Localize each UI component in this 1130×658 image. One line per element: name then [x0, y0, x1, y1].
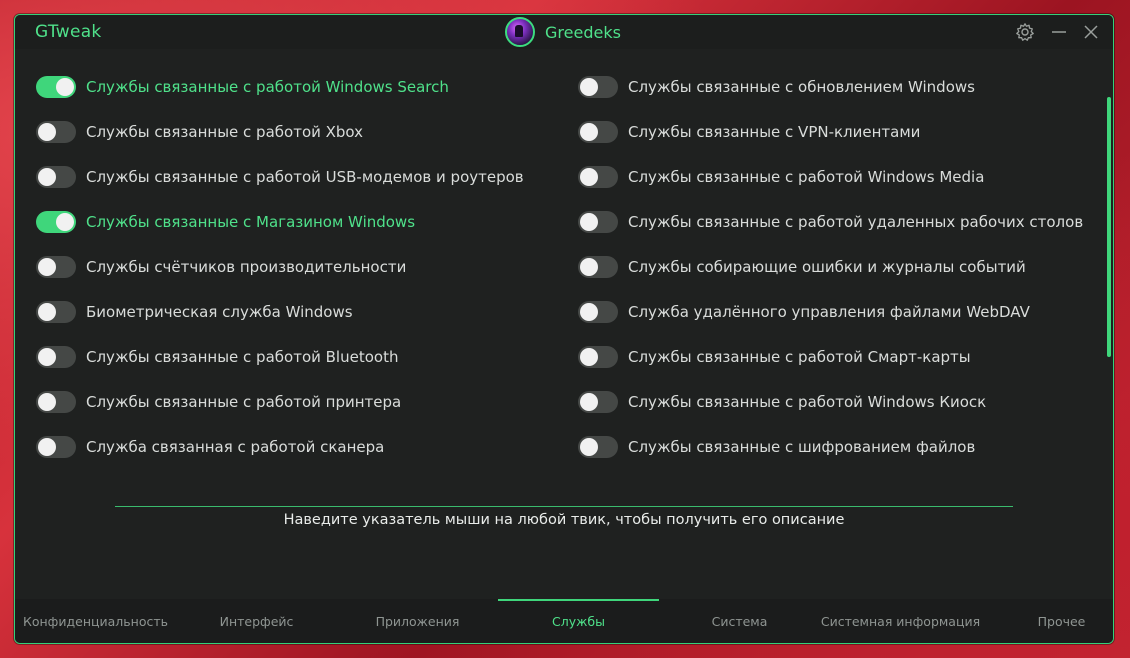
gear-icon[interactable]	[1015, 22, 1035, 42]
toggle-knob	[580, 258, 598, 276]
service-toggle-row[interactable]: Службы собирающие ошибки и журналы событ…	[578, 255, 1026, 279]
service-toggle-row[interactable]: Службы связанные с работой Смарт-карты	[578, 345, 971, 369]
tab-2[interactable]: Интерфейс	[176, 599, 337, 643]
close-icon[interactable]	[1081, 22, 1101, 42]
toggle-switch[interactable]	[36, 121, 76, 143]
toggle-knob	[56, 78, 74, 96]
service-label: Службы связанные с работой Windows Searc…	[86, 78, 449, 96]
toggle-knob	[38, 438, 56, 456]
service-toggle-row[interactable]: Службы счётчиков производительности	[36, 255, 406, 279]
service-toggle-row[interactable]: Службы связанные с работой Windows Media	[578, 165, 984, 189]
service-label: Службы связанные с работой принтера	[86, 393, 402, 411]
toggle-switch[interactable]	[36, 436, 76, 458]
scrollbar[interactable]	[1107, 97, 1111, 357]
toggle-switch[interactable]	[36, 211, 76, 233]
tab-3[interactable]: Приложения	[337, 599, 498, 643]
toggle-switch[interactable]	[36, 346, 76, 368]
service-toggle-row[interactable]: Службы связанные с обновлением Windows	[578, 75, 975, 99]
service-label: Службы связанные с VPN-клиентами	[628, 123, 921, 141]
toggle-switch[interactable]	[578, 301, 618, 323]
service-label: Службы связанные с работой удаленных раб…	[628, 213, 1084, 231]
service-label: Службы связанные с работой USB-модемов и…	[86, 168, 524, 186]
toggle-knob	[580, 78, 598, 96]
toggle-knob	[580, 348, 598, 366]
toggle-switch[interactable]	[578, 166, 618, 188]
toggle-switch[interactable]	[578, 121, 618, 143]
service-toggle-row[interactable]: Службы связанные с шифрованием файлов	[578, 435, 975, 459]
toggle-knob	[580, 438, 598, 456]
toggle-switch[interactable]	[578, 76, 618, 98]
bottom-nav: Конфиденциальность Интерфейс Приложения Слу…	[15, 599, 1113, 643]
title-bar[interactable]: GTweak Greedeks	[15, 15, 1113, 49]
service-label: Служба удалённого управления файлами Web…	[628, 303, 1030, 321]
app-window: GTweak Greedeks Службы связанные с работ…	[14, 14, 1114, 644]
toggle-knob	[580, 168, 598, 186]
toggle-knob	[38, 348, 56, 366]
toggle-switch[interactable]	[578, 256, 618, 278]
toggle-knob	[38, 393, 56, 411]
user-profile[interactable]: Greedeks	[505, 17, 621, 47]
service-toggle-row[interactable]: Службы связанные с работой USB-модемов и…	[36, 165, 524, 189]
tab-5[interactable]: Система	[659, 599, 820, 643]
minimize-icon[interactable]	[1049, 22, 1069, 42]
service-toggle-row[interactable]: Служба удалённого управления файлами Web…	[578, 300, 1030, 324]
tab-1[interactable]: Конфиденциальность	[15, 599, 176, 643]
toggle-knob	[38, 168, 56, 186]
service-label: Службы связанные с обновлением Windows	[628, 78, 975, 96]
toggle-knob	[38, 258, 56, 276]
toggle-knob	[580, 123, 598, 141]
service-toggle-row[interactable]: Службы связанные с работой Windows Searc…	[36, 75, 449, 99]
toggle-switch[interactable]	[36, 256, 76, 278]
service-label: Службы связанные с работой Bluetooth	[86, 348, 399, 366]
toggle-knob	[38, 303, 56, 321]
service-label: Службы связанные с работой Windows Media	[628, 168, 985, 186]
service-toggle-row[interactable]: Службы связанные с работой Xbox	[36, 120, 363, 144]
toggle-switch[interactable]	[578, 436, 618, 458]
service-toggle-row[interactable]: Служба связанная с работой сканера	[36, 435, 384, 459]
service-toggle-row[interactable]: Службы связанные с работой Windows Киоск	[578, 390, 986, 414]
avatar[interactable]	[505, 17, 535, 47]
toggle-switch[interactable]	[36, 76, 76, 98]
toggle-switch[interactable]	[36, 391, 76, 413]
service-toggle-row[interactable]: Службы связанные с работой принтера	[36, 390, 401, 414]
app-title: GTweak	[35, 22, 102, 42]
service-toggle-row[interactable]: Службы связанные с работой Bluetooth	[36, 345, 398, 369]
toggle-knob	[580, 303, 598, 321]
service-label: Служба связанная с работой сканера	[86, 438, 385, 456]
service-toggle-row[interactable]: Службы связанные с работой удаленных раб…	[578, 210, 1083, 234]
toggle-knob	[580, 393, 598, 411]
toggle-knob	[38, 123, 56, 141]
description-hint: Наведите указатель мыши на любой твик, ч…	[283, 512, 845, 528]
service-label: Службы связанные с Магазином Windows	[86, 213, 416, 231]
service-toggle-row[interactable]: Биометрическая служба Windows	[36, 300, 353, 324]
service-label: Службы связанные с работой Смарт-карты	[628, 348, 971, 366]
tab-4[interactable]: Службы	[498, 599, 659, 643]
divider	[115, 506, 1013, 507]
service-label: Службы счётчиков производительности	[86, 258, 407, 276]
toggle-switch[interactable]	[578, 391, 618, 413]
tab-6[interactable]: Системная информация	[820, 599, 981, 643]
service-label: Службы связанные с шифрованием файлов	[628, 438, 976, 456]
toggle-switch[interactable]	[36, 166, 76, 188]
tab-7[interactable]: Прочее	[981, 599, 1113, 643]
toggle-knob	[580, 213, 598, 231]
service-label: Службы связанные с работой Windows Киоск	[628, 393, 987, 411]
toggle-switch[interactable]	[578, 211, 618, 233]
user-name: Greedeks	[545, 22, 621, 42]
service-toggle-row[interactable]: Службы связанные с Магазином Windows	[36, 210, 415, 234]
service-label: Службы связанные с работой Xbox	[86, 123, 364, 141]
service-label: Службы собирающие ошибки и журналы событ…	[628, 258, 1026, 276]
service-toggle-row[interactable]: Службы связанные с VPN-клиентами	[578, 120, 920, 144]
service-label: Биометрическая служба Windows	[86, 303, 353, 321]
toggle-switch[interactable]	[36, 301, 76, 323]
toggle-switch[interactable]	[578, 346, 618, 368]
toggle-knob	[56, 213, 74, 231]
